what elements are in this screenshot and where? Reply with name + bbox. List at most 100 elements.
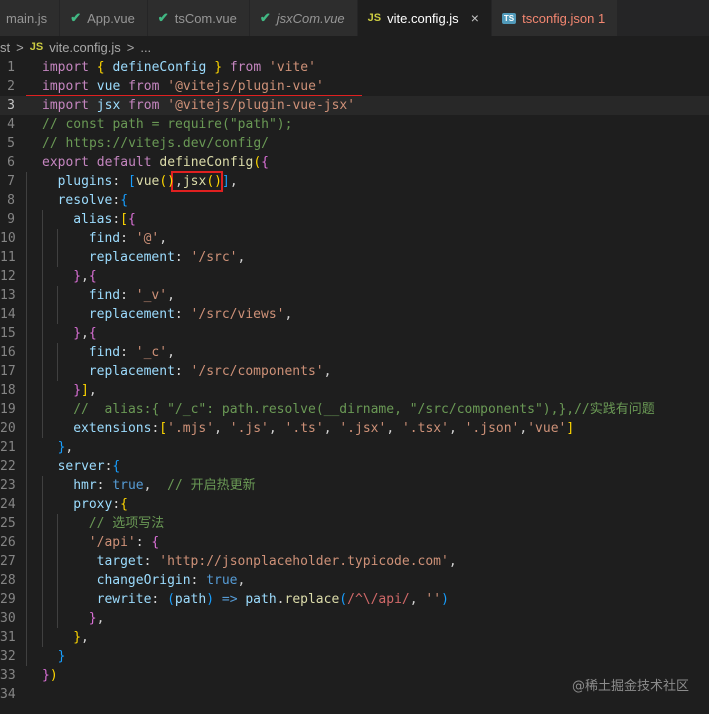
code-token: '.json' (464, 421, 520, 436)
js-icon: JS (367, 12, 382, 24)
code-text: resolve:{ (58, 191, 128, 210)
code-line[interactable]: 8 resolve:{ (0, 191, 709, 210)
indent-guide (41, 419, 43, 438)
code-line[interactable]: 6 export default defineConfig({ (0, 153, 709, 172)
tab-tsconfig-json-1[interactable]: TS tsconfig.json 1 (491, 0, 619, 36)
code-token: proxy (73, 497, 113, 512)
code-line[interactable]: 16 find: '_c', (0, 343, 709, 362)
tab-label: App.vue (87, 10, 135, 26)
code-token: ( (339, 592, 348, 607)
code-text: proxy:{ (73, 495, 128, 514)
tab-jsxcom-vue[interactable]: ✔ jsxCom.vue (249, 0, 358, 36)
code-token: { (88, 269, 97, 284)
code-line[interactable]: 28 changeOrigin: true, (0, 571, 709, 590)
code-line[interactable]: 29 rewrite: (path) => path.replace(/^\/a… (0, 590, 709, 609)
code-line[interactable]: 5 // https://vitejs.dev/config/ (0, 134, 709, 153)
indent-guide (26, 381, 27, 400)
code-line[interactable]: 12},{ (0, 267, 709, 286)
code-line[interactable]: 19 // alias:{ "/_c": path.resolve(__dirna… (0, 400, 709, 419)
code-line[interactable]: 7 plugins: [vue(),jsx()], (0, 172, 709, 191)
code-line[interactable]: 31}, (0, 628, 709, 647)
code-token: } (73, 269, 82, 284)
code-token: , (81, 326, 89, 341)
code-text: replacement: '/src/views', (89, 305, 293, 324)
indent-guide (26, 419, 27, 438)
indent-guide (26, 172, 27, 191)
indent-guide (41, 362, 43, 381)
code-token: , (448, 554, 457, 569)
code-line[interactable]: 23 hmr: true, // 开启热更新 (0, 476, 709, 495)
close-icon[interactable]: × (471, 10, 479, 26)
code-token: , (65, 440, 74, 455)
code-text: changeOrigin: true, (89, 571, 246, 590)
code-token: '.ts' (284, 421, 324, 436)
code-token: : (151, 592, 168, 607)
indent-guide (26, 476, 27, 495)
indent-guide (26, 438, 27, 457)
line-number: 1 (7, 60, 15, 75)
code-line[interactable]: 30}, (0, 609, 709, 628)
code-line[interactable]: 32} (0, 647, 709, 666)
code-line[interactable]: 24 proxy:{ (0, 495, 709, 514)
indent-guide (57, 609, 59, 628)
code-line[interactable]: 15},{ (0, 324, 709, 343)
code-token: : (174, 364, 191, 379)
code-token: '/api' (88, 535, 136, 550)
code-token: , (143, 478, 168, 493)
indent-guide (41, 248, 43, 267)
code-token: . (276, 592, 285, 607)
tab-app-vue[interactable]: ✔ App.vue (60, 0, 148, 36)
code-text: '/api': { (89, 533, 159, 552)
indent-guide (26, 590, 27, 609)
code-line[interactable]: 17 replacement: '/src/components', (0, 362, 709, 381)
line-number: 16 (0, 345, 16, 360)
line-number: 5 (7, 136, 15, 151)
code-token: , (284, 307, 293, 322)
indent-guide (57, 286, 59, 305)
line-number: 11 (0, 250, 16, 265)
code-text: find: '_v', (89, 286, 175, 305)
tab-main-js[interactable]: main.js (0, 0, 61, 36)
vue-icon: ✔ (157, 10, 169, 25)
code-line[interactable]: 3 import jsx from '@vitejs/plugin-vue-jsx… (0, 96, 709, 115)
code-line[interactable]: 22 server:{ (0, 457, 709, 476)
code-token: replace (284, 592, 340, 607)
code-token: : (112, 174, 129, 189)
code-line[interactable]: 14 replacement: '/src/views', (0, 305, 709, 324)
code-line[interactable]: 13 find: '_v', (0, 286, 709, 305)
breadcrumb-file[interactable]: vite.config.js (49, 40, 121, 55)
code-line[interactable]: 1 import { defineConfig } from 'vite' (0, 58, 709, 77)
breadcrumb-symbol[interactable]: ... (140, 40, 151, 55)
code-text: target: 'http://jsonplaceholder.typicode… (89, 552, 457, 571)
code-line[interactable]: 4 // const path = require("path"); (0, 115, 709, 134)
indent-guide (26, 267, 27, 286)
code-token: ) (206, 592, 215, 607)
code-line[interactable]: 26 '/api': { (0, 533, 709, 552)
code-line[interactable]: 2 import vue from '@vitejs/plugin-vue' (0, 77, 709, 96)
code-token: } (42, 668, 50, 683)
code-line[interactable]: 27 target: 'http://jsonplaceholder.typic… (0, 552, 709, 571)
indent-guide (57, 305, 59, 324)
code-token: '/src' (190, 250, 238, 265)
code-line[interactable]: 11 replacement: '/src', (0, 248, 709, 267)
tab-tscom-vue[interactable]: ✔ tsCom.vue (147, 0, 250, 36)
line-number: 23 (0, 478, 16, 493)
code-line[interactable]: 25 // 选项写法 (0, 514, 709, 533)
code-token: : (112, 497, 121, 512)
line-number: 19 (0, 402, 16, 417)
code-line[interactable]: 18}], (0, 381, 709, 400)
breadcrumb-folder[interactable]: st (0, 40, 10, 55)
code-line[interactable]: 20 extensions:['.mjs', '.js', '.ts', '.js… (0, 419, 709, 438)
code-line[interactable]: 10 find: '@', (0, 229, 709, 248)
code-token: '/src/views' (190, 307, 285, 322)
code-token: export (42, 155, 89, 170)
line-number: 15 (0, 326, 16, 341)
tab-vite-config-js[interactable]: JS vite.config.js × (357, 0, 492, 36)
vue-icon: ✔ (259, 10, 271, 25)
code-line[interactable]: 21}, (0, 438, 709, 457)
code-editor[interactable]: 1 import { defineConfig } from 'vite' 2 imp… (0, 58, 709, 714)
code-line[interactable]: 9 alias:[{ (0, 210, 709, 229)
